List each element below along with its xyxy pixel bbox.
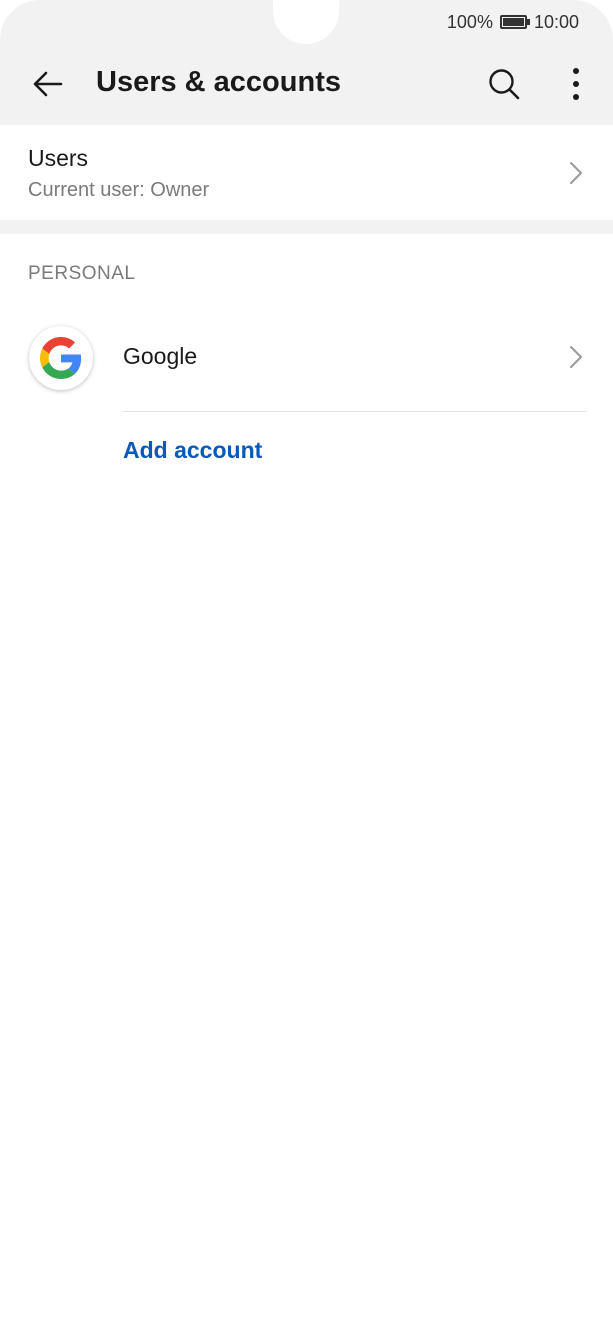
google-avatar — [29, 326, 93, 390]
battery-icon — [499, 15, 530, 29]
search-button[interactable] — [482, 62, 526, 106]
section-header-personal: PERSONAL — [28, 263, 136, 284]
users-title: Users — [28, 145, 89, 171]
arrow-left-icon — [33, 71, 63, 97]
list-divider — [123, 411, 586, 412]
users-subtitle: Current user: Owner — [28, 179, 210, 201]
chevron-right-icon — [570, 346, 582, 368]
clock: 10:00 — [533, 11, 579, 32]
more-options-button[interactable] — [554, 62, 598, 106]
camera-notch — [273, 0, 339, 44]
screen: 100% 10:00 Users & accounts Users Curren… — [0, 0, 613, 1330]
status-bar: 100% 10:00 — [447, 10, 579, 34]
more-vert-icon — [573, 68, 579, 100]
google-logo-icon — [40, 337, 82, 379]
add-account-button[interactable]: Add account — [123, 437, 262, 464]
page-title: Users & accounts — [96, 66, 341, 98]
section-divider — [0, 220, 613, 234]
toolbar: Users & accounts — [0, 50, 613, 120]
chevron-right-icon — [570, 162, 582, 184]
back-button[interactable] — [26, 62, 70, 106]
users-row[interactable]: Users Current user: Owner — [0, 125, 613, 220]
app-header: 100% 10:00 Users & accounts — [0, 0, 613, 125]
battery-percentage: 100% — [446, 11, 493, 32]
account-label-google: Google — [123, 343, 198, 369]
account-row-google[interactable]: Google — [0, 314, 613, 400]
search-icon — [489, 69, 520, 100]
